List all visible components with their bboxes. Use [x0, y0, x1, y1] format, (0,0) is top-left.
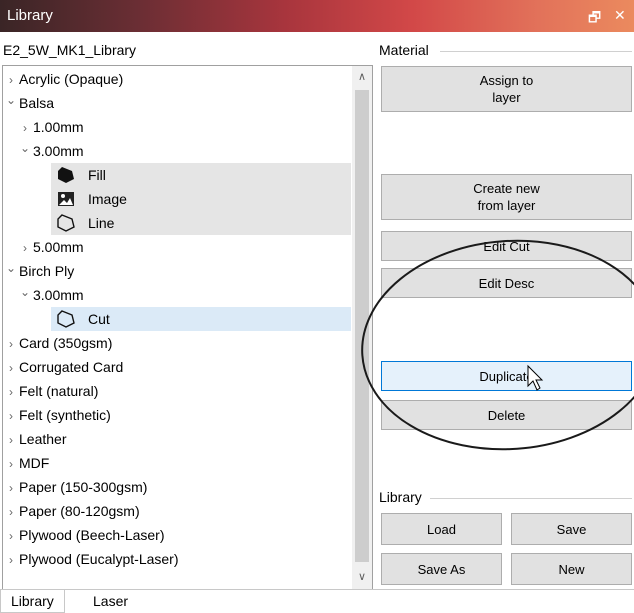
tree-item[interactable]: › Felt (synthetic)	[3, 403, 351, 427]
close-icon[interactable]: ✕	[614, 7, 626, 24]
edit-cut-button[interactable]: Edit Cut	[381, 231, 632, 261]
chevron-right-icon[interactable]: ›	[19, 236, 31, 260]
tree-item-label: Balsa	[19, 95, 55, 111]
tree-item-label: Felt (synthetic)	[19, 407, 111, 423]
chevron-right-icon[interactable]: ›	[5, 452, 17, 476]
tree-item[interactable]: Line	[51, 211, 351, 235]
image-icon	[57, 190, 75, 208]
tree-item-label: MDF	[19, 455, 50, 471]
tree-item[interactable]: › Corrugated Card	[3, 355, 351, 379]
tree-item[interactable]: ⌄ 3.00mm	[3, 283, 351, 307]
chevron-right-icon[interactable]: ›	[5, 380, 17, 404]
load-button[interactable]: Load	[381, 513, 502, 545]
tree-item-label: Birch Ply	[19, 263, 75, 279]
tree-item-label: Card (350gsm)	[19, 335, 113, 351]
tree-item[interactable]: › 1.00mm	[3, 115, 351, 139]
tree-item-label: Fill	[88, 167, 106, 183]
window-title: Library	[7, 7, 53, 24]
chevron-right-icon[interactable]: ›	[5, 428, 17, 452]
chevron-down-icon[interactable]: ⌄	[19, 136, 31, 160]
material-group-label: Material	[379, 42, 429, 58]
tree-item[interactable]: › Plywood (Eucalypt-Laser)	[3, 547, 351, 571]
tree-item[interactable]: › Felt (natural)	[3, 379, 351, 403]
save-button[interactable]: Save	[511, 513, 632, 545]
tree-item[interactable]: ⌄ Balsa	[3, 91, 351, 115]
tree-item[interactable]: Cut	[51, 307, 351, 331]
create-from-layer-button[interactable]: Create new from layer	[381, 174, 632, 220]
save-as-button[interactable]: Save As	[381, 553, 502, 585]
tree-item[interactable]: Fill	[51, 163, 351, 187]
tree-item-label: Line	[88, 215, 115, 231]
tree-item[interactable]: › Paper (150-300gsm)	[3, 475, 351, 499]
scroll-up-icon[interactable]: ∧	[352, 70, 372, 83]
fill-icon	[57, 166, 75, 184]
cut-icon	[57, 310, 75, 328]
tree-item[interactable]: › 5.00mm	[3, 235, 351, 259]
tree-item-label: 3.00mm	[33, 143, 84, 159]
chevron-down-icon[interactable]: ⌄	[5, 88, 17, 112]
tree-item[interactable]: › Leather	[3, 427, 351, 451]
tree-item-label: Felt (natural)	[19, 383, 99, 399]
tree-item-label: Acrylic (Opaque)	[19, 71, 124, 87]
chevron-right-icon[interactable]: ›	[5, 356, 17, 380]
tree-item-label: 1.00mm	[33, 119, 84, 135]
line-icon	[57, 214, 75, 232]
tree-item-label: Plywood (Beech-Laser)	[19, 527, 165, 543]
window-titlebar: Library 🗗 ✕	[0, 0, 634, 32]
chevron-down-icon[interactable]: ⌄	[19, 280, 31, 304]
tree-item-label: 3.00mm	[33, 287, 84, 303]
assign-to-layer-button[interactable]: Assign to layer	[381, 66, 632, 112]
scrollbar-thumb[interactable]	[355, 90, 369, 562]
chevron-right-icon[interactable]: ›	[5, 332, 17, 356]
tree-item[interactable]: › Paper (80-120gsm)	[3, 499, 351, 523]
scroll-down-icon[interactable]: ∨	[352, 570, 372, 583]
library-group-divider	[430, 498, 632, 499]
tab-library[interactable]: Library	[0, 590, 65, 613]
duplicate-button[interactable]: Duplicate	[381, 361, 632, 391]
tree-item-label: 5.00mm	[33, 239, 84, 255]
tree-item-label: Leather	[19, 431, 67, 447]
tree-item-label: Corrugated Card	[19, 359, 124, 375]
tab-laser[interactable]: Laser	[93, 590, 128, 612]
chevron-right-icon[interactable]: ›	[5, 524, 17, 548]
chevron-down-icon[interactable]: ⌄	[5, 256, 17, 280]
tree-item[interactable]: › MDF	[3, 451, 351, 475]
tree-item-label: Cut	[88, 311, 110, 327]
material-group-divider	[440, 51, 632, 52]
chevron-right-icon[interactable]: ›	[5, 548, 17, 572]
new-library-button[interactable]: New	[511, 553, 632, 585]
tab-bar: Library Laser	[0, 589, 634, 613]
edit-desc-button[interactable]: Edit Desc	[381, 268, 632, 298]
library-name: E2_5W_MK1_Library	[3, 42, 137, 58]
tree-item-label: Image	[88, 191, 127, 207]
tree-item-label: Paper (150-300gsm)	[19, 479, 148, 495]
tree-item[interactable]: Image	[51, 187, 351, 211]
library-group-label: Library	[379, 489, 422, 505]
chevron-right-icon[interactable]: ›	[5, 404, 17, 428]
tree-item-label: Paper (80-120gsm)	[19, 503, 140, 519]
restore-icon[interactable]: 🗗	[588, 7, 601, 31]
tree-item[interactable]: ⌄ 3.00mm	[3, 139, 351, 163]
tree-scrollbar[interactable]: ∧ ∨	[352, 66, 372, 590]
delete-button[interactable]: Delete	[381, 400, 632, 430]
chevron-right-icon[interactable]: ›	[5, 476, 17, 500]
tree-item[interactable]: › Card (350gsm)	[3, 331, 351, 355]
tree-item[interactable]: › Plywood (Beech-Laser)	[3, 523, 351, 547]
tree-item-label: Plywood (Eucalypt-Laser)	[19, 551, 179, 567]
chevron-right-icon[interactable]: ›	[5, 500, 17, 524]
tree-item[interactable]: › Acrylic (Opaque)	[3, 67, 351, 91]
material-tree[interactable]: › Acrylic (Opaque) ⌄ Balsa › 1.00mm ⌄ 3.00mm Fil…	[2, 65, 373, 591]
tree-item[interactable]: ⌄ Birch Ply	[3, 259, 351, 283]
